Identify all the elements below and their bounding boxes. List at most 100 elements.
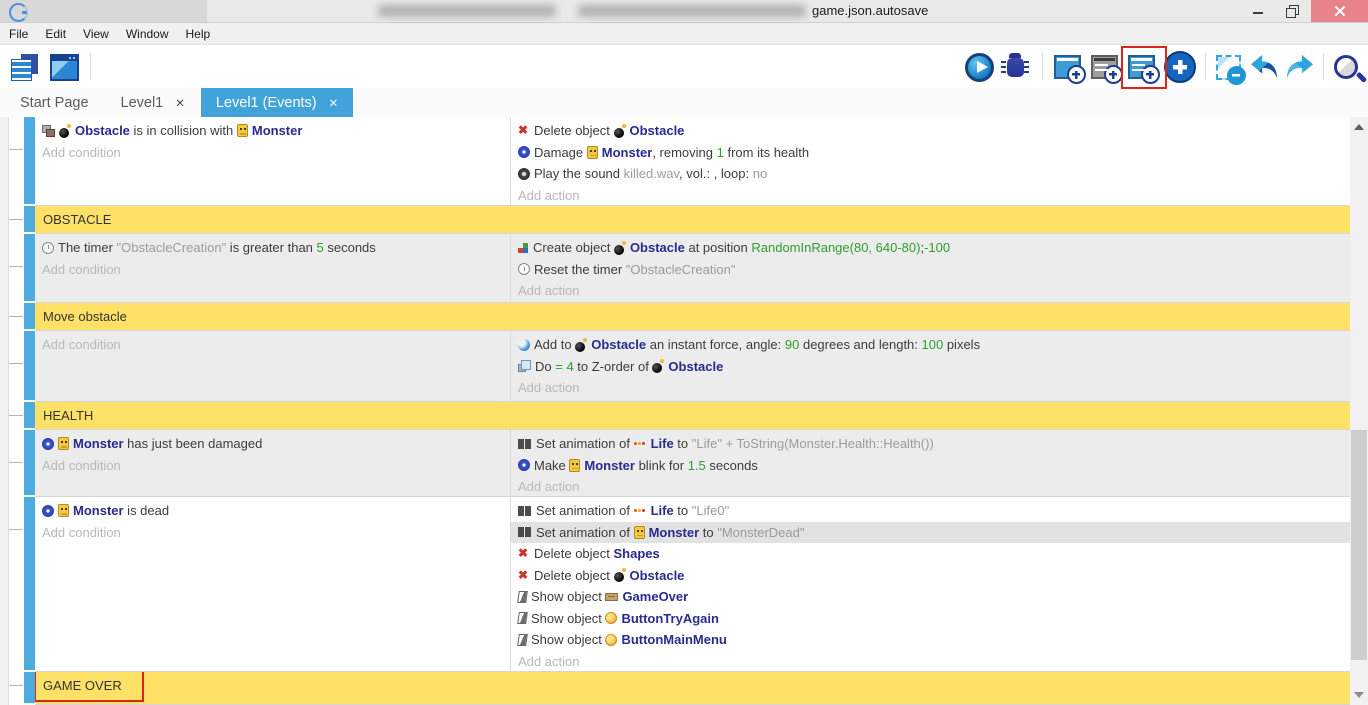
action-row[interactable]: Set animation of Life to "Life" + ToStri… bbox=[511, 433, 1350, 455]
action-row[interactable]: Delete object Obstacle bbox=[511, 565, 1350, 587]
comment-block[interactable]: OBSTACLE bbox=[35, 206, 1350, 234]
event-block[interactable]: The timer "ObstacleCreation" is greater … bbox=[35, 234, 1350, 303]
action-row[interactable]: Set animation of Monster to "MonsterDead… bbox=[511, 522, 1350, 544]
placeholder-text: Add action bbox=[518, 283, 579, 298]
button-icon bbox=[605, 612, 617, 624]
text-segment: Monster bbox=[649, 525, 700, 540]
placeholder-text: Add condition bbox=[42, 337, 121, 352]
unselect-all-button[interactable] bbox=[1210, 49, 1246, 85]
add-condition-button[interactable]: Add condition bbox=[35, 259, 510, 281]
action-row[interactable]: Do = 4 to Z-order of Obstacle bbox=[511, 356, 1350, 378]
condition-row[interactable]: The timer "ObstacleCreation" is greater … bbox=[35, 237, 510, 259]
comment-block[interactable]: Move obstacle bbox=[35, 303, 1350, 331]
add-action-button[interactable]: Add action bbox=[511, 185, 1350, 206]
tree-tick bbox=[9, 363, 23, 364]
tab-start-page[interactable]: Start Page bbox=[4, 88, 105, 117]
action-row[interactable]: Make Monster blink for 1.5 seconds bbox=[511, 455, 1350, 477]
add-action-button[interactable]: Add action bbox=[511, 476, 1350, 496]
comment-block[interactable]: HEALTH bbox=[35, 402, 1350, 430]
action-row[interactable]: Delete object Obstacle bbox=[511, 120, 1350, 142]
add-other-event-button[interactable] bbox=[1162, 49, 1198, 85]
action-row[interactable]: Reset the timer "ObstacleCreation" bbox=[511, 259, 1350, 281]
undo-button[interactable] bbox=[1246, 49, 1282, 85]
menu-help[interactable]: Help bbox=[186, 27, 211, 41]
tab-level1-events[interactable]: Level1 (Events) bbox=[201, 88, 353, 117]
placeholder-text: Add condition bbox=[42, 262, 121, 277]
event-selection-bar[interactable] bbox=[24, 117, 35, 206]
event-selection-bar[interactable] bbox=[24, 303, 35, 331]
action-row[interactable]: Delete object Shapes bbox=[511, 543, 1350, 565]
event-block[interactable]: Add condition Add to Obstacle an instant … bbox=[35, 331, 1350, 402]
add-event-button[interactable] bbox=[1049, 49, 1085, 85]
menu-view[interactable]: View bbox=[83, 27, 109, 41]
bomb-icon bbox=[614, 241, 626, 255]
project-manager-button[interactable] bbox=[6, 49, 42, 85]
condition-row[interactable]: Monster has just been damaged bbox=[35, 433, 510, 455]
action-row[interactable]: Set animation of Life to "Life0" bbox=[511, 500, 1350, 522]
add-comment-button[interactable] bbox=[1086, 49, 1122, 85]
menu-edit[interactable]: Edit bbox=[45, 27, 66, 41]
event-selection-bar[interactable] bbox=[24, 672, 35, 705]
action-row[interactable]: Show object ButtonTryAgain bbox=[511, 608, 1350, 630]
scroll-up-icon[interactable] bbox=[1354, 124, 1364, 130]
event-selection-bar[interactable] bbox=[24, 430, 35, 497]
action-row[interactable]: Show object ButtonMainMenu bbox=[511, 629, 1350, 651]
minimize-button[interactable] bbox=[1243, 0, 1273, 22]
add-condition-button[interactable]: Add condition bbox=[35, 455, 510, 477]
vertical-scrollbar[interactable] bbox=[1350, 117, 1368, 705]
condition-row[interactable]: Obstacle is in collision with Monster bbox=[35, 120, 510, 142]
text-segment: Delete object bbox=[534, 123, 614, 138]
tree-tick bbox=[9, 685, 23, 686]
tab-bar: Start Page Level1 Level1 (Events) bbox=[0, 88, 1368, 117]
close-tab-icon[interactable] bbox=[329, 96, 339, 110]
action-row[interactable]: Damage Monster, removing 1 from its heal… bbox=[511, 142, 1350, 164]
action-row[interactable]: Add to Obstacle an instant force, angle:… bbox=[511, 334, 1350, 356]
scrollbar-thumb[interactable] bbox=[1351, 430, 1367, 660]
add-action-button[interactable]: Add action bbox=[511, 651, 1350, 672]
event-block[interactable]: Obstacle is in collision with MonsterAdd… bbox=[35, 117, 1350, 206]
add-condition-button[interactable]: Add condition bbox=[35, 142, 510, 164]
show-icon bbox=[517, 634, 528, 646]
scroll-down-icon[interactable] bbox=[1354, 692, 1364, 698]
restore-button[interactable] bbox=[1276, 0, 1306, 22]
debug-button[interactable] bbox=[997, 49, 1033, 85]
tree-tick bbox=[9, 149, 23, 150]
comment-block[interactable]: GAME OVER bbox=[35, 672, 1350, 705]
event-selection-bar[interactable] bbox=[24, 331, 35, 402]
event-selection-bar[interactable] bbox=[24, 497, 35, 672]
action-row[interactable]: Create object Obstacle at position Rando… bbox=[511, 237, 1350, 259]
text-segment: Obstacle bbox=[630, 568, 685, 583]
add-condition-button[interactable]: Add condition bbox=[35, 522, 510, 544]
add-action-button[interactable]: Add action bbox=[511, 280, 1350, 302]
action-row[interactable]: Show object GameOver bbox=[511, 586, 1350, 608]
menu-window[interactable]: Window bbox=[126, 27, 169, 41]
comment-text: HEALTH bbox=[43, 408, 93, 423]
show-icon bbox=[517, 612, 528, 624]
condition-row[interactable]: Monster is dead bbox=[35, 500, 510, 522]
tab-level1[interactable]: Level1 bbox=[105, 88, 201, 117]
text-segment: Show object bbox=[531, 632, 605, 647]
event-selection-bar[interactable] bbox=[24, 402, 35, 430]
event-block[interactable]: Monster is deadAdd conditionSet animatio… bbox=[35, 497, 1350, 672]
text-segment: Monster bbox=[73, 503, 124, 518]
placeholder-text: Add action bbox=[518, 654, 579, 669]
text-segment: "MonsterDead" bbox=[717, 525, 804, 540]
search-button[interactable] bbox=[1328, 49, 1364, 85]
text-segment: to bbox=[674, 503, 692, 518]
event-selection-bar[interactable] bbox=[24, 206, 35, 234]
close-button[interactable] bbox=[1311, 0, 1368, 22]
event-selection-bar[interactable] bbox=[24, 234, 35, 303]
close-tab-icon[interactable] bbox=[175, 96, 185, 110]
text-segment: from its health bbox=[724, 145, 809, 160]
add-condition-button[interactable]: Add condition bbox=[35, 334, 510, 356]
action-row[interactable]: Play the sound killed.wav, vol.: , loop:… bbox=[511, 163, 1350, 185]
delete-icon bbox=[518, 547, 530, 560]
menu-file[interactable]: File bbox=[9, 27, 28, 41]
event-block[interactable]: Monster has just been damagedAdd conditi… bbox=[35, 430, 1350, 497]
button-icon bbox=[605, 634, 617, 646]
scene-editor-button[interactable] bbox=[46, 49, 82, 85]
scene-editor-icon bbox=[50, 54, 79, 81]
redo-button[interactable] bbox=[1282, 49, 1318, 85]
play-button[interactable] bbox=[961, 49, 997, 85]
add-action-button[interactable]: Add action bbox=[511, 377, 1350, 399]
